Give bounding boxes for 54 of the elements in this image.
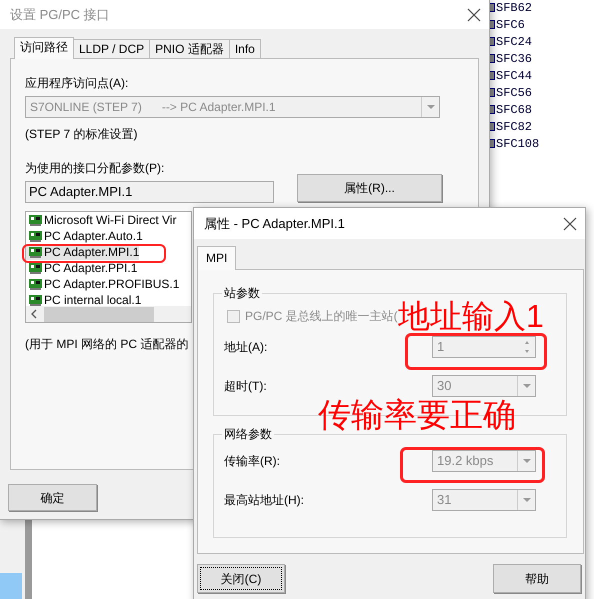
list-item[interactable]: Microsoft Wi-Fi Direct Vir	[26, 212, 176, 228]
field-label: 应用程序访问点(A):	[25, 75, 130, 91]
tab[interactable]: 访问路径	[14, 37, 74, 59]
checkbox-label: PG/PC 是总线上的唯一主站(	[245, 308, 398, 324]
close-icon[interactable]	[563, 216, 577, 230]
caret-icon	[426, 105, 434, 109]
list-item[interactable]: PC internal local.1	[26, 292, 142, 308]
tab[interactable]: MPI	[197, 246, 236, 270]
note-text: (STEP 7 的标准设置)	[25, 126, 138, 142]
ok-button[interactable]: 确定	[8, 484, 97, 511]
group-title: 网络参数	[222, 427, 274, 441]
list-item[interactable]: PC Adapter.Auto.1	[26, 228, 143, 244]
list-item[interactable]: PC Adapter.PPI.1	[26, 260, 138, 276]
block-name[interactable]: SFC36	[496, 50, 532, 68]
network-card-icon	[29, 246, 42, 258]
field-label: 最高站地址(H):	[224, 492, 304, 508]
block-name[interactable]: SFC82	[496, 118, 532, 136]
block-name[interactable]: SFC44	[496, 66, 532, 84]
checkbox[interactable]	[227, 310, 240, 322]
dialog-button[interactable]: 关闭(C)	[197, 564, 285, 593]
window-title: 设置 PG/PC 接口	[10, 6, 110, 24]
field-label: 为使用的接口分配参数(P):	[25, 160, 166, 176]
properties-button[interactable]: 属性(R)...	[297, 174, 442, 202]
scrollbar[interactable]	[26, 306, 191, 322]
caret-icon	[522, 384, 530, 388]
field-label: 超时(T):	[224, 378, 267, 394]
network-card-icon	[29, 278, 42, 290]
group-title: 站参数	[222, 286, 262, 300]
tab[interactable]: PNIO 适配器	[149, 39, 230, 58]
interface-field[interactable]: PC Adapter.MPI.1	[25, 181, 274, 203]
block-name[interactable]: SFC24	[496, 32, 532, 50]
network-card-icon	[29, 230, 42, 242]
tab[interactable]: Info	[228, 39, 261, 58]
caret-icon	[522, 458, 530, 462]
annotation-text: 地址输入1	[398, 300, 544, 332]
block-name[interactable]: SFB62	[496, 0, 532, 16]
description-text: (用于 MPI 网络的 PC 适配器的	[25, 336, 188, 352]
network-card-icon	[29, 214, 42, 226]
window-title: 属性 - PC Adapter.MPI.1	[204, 214, 345, 233]
network-card-icon	[29, 294, 42, 306]
scroll-thumb[interactable]	[44, 306, 154, 322]
block-name[interactable]: SFC56	[496, 84, 532, 102]
block-name[interactable]: SFC68	[496, 100, 532, 118]
field-label: 传输率(R):	[224, 452, 280, 468]
list-item[interactable]: PC Adapter.PROFIBUS.1	[26, 276, 180, 292]
close-icon[interactable]	[467, 8, 481, 22]
dialog-button[interactable]: 帮助	[493, 564, 581, 593]
network-card-icon	[29, 262, 42, 274]
selection-highlight	[0, 573, 22, 599]
block-name[interactable]: SFC6	[496, 16, 525, 34]
annotation-text: 传输率要正确	[318, 398, 516, 431]
caret-icon	[522, 498, 530, 502]
block-name[interactable]: SFC108	[496, 134, 540, 152]
field-label: 地址(A):	[224, 338, 268, 354]
